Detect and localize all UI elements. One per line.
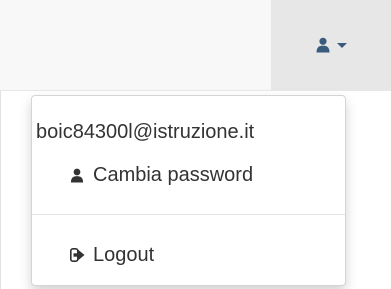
navbar bbox=[0, 0, 391, 91]
change-password-item[interactable]: Cambia password bbox=[32, 155, 345, 195]
user-icon bbox=[316, 37, 330, 53]
logout-label: Logout bbox=[93, 243, 155, 266]
user-menu-toggle[interactable] bbox=[271, 0, 391, 90]
divider bbox=[0, 91, 1, 289]
user-icon bbox=[69, 167, 85, 183]
logout-item[interactable]: Logout bbox=[32, 235, 345, 275]
change-password-label: Cambia password bbox=[93, 163, 254, 186]
user-email: boic84300l@istruzione.it bbox=[36, 121, 255, 143]
caret-down-icon bbox=[336, 43, 347, 48]
sign-out-icon bbox=[69, 247, 85, 263]
menu-divider bbox=[32, 214, 345, 215]
